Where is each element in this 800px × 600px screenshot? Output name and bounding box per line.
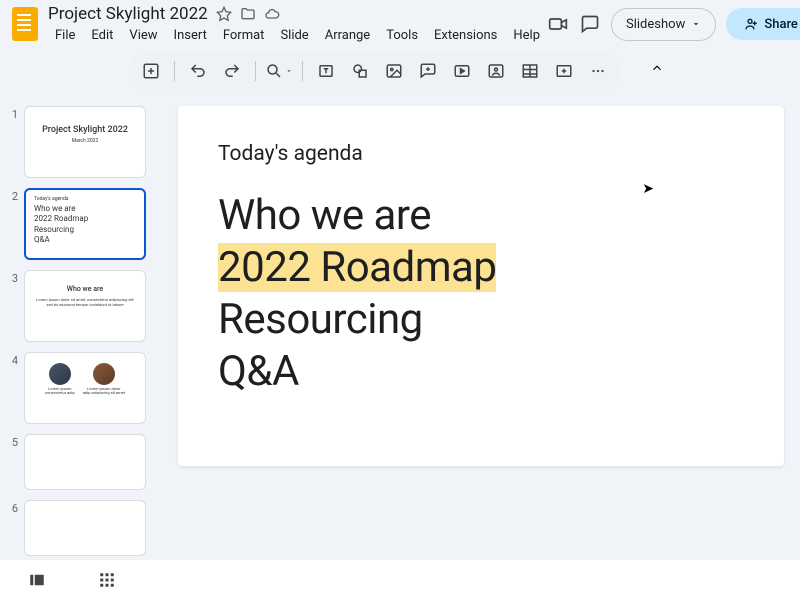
menu-file[interactable]: File xyxy=(48,26,82,45)
thumbnail-4[interactable]: Lorem ipsumconsectetur adip Lorem ipsum … xyxy=(24,352,146,424)
slideshow-label: Slideshow xyxy=(626,17,685,32)
background-icon[interactable] xyxy=(481,56,511,86)
slide-label[interactable]: Today's agenda xyxy=(218,142,744,166)
zoom-icon[interactable] xyxy=(264,56,294,86)
thumb-row: 5 xyxy=(8,434,162,490)
thumb-row: 2 Today's agenda Who we are 2022 Roadmap… xyxy=(8,188,162,260)
thumb-row: 3 Who we are Lorem ipsum dolor sit amet,… xyxy=(8,270,162,342)
body: 1 Project Skylight 2022 March 2022 2 Tod… xyxy=(0,98,800,598)
new-slide-icon[interactable] xyxy=(136,56,166,86)
comment-icon[interactable] xyxy=(579,13,601,35)
cursor-icon: ➤ xyxy=(642,181,654,197)
header: Project Skylight 2022 File Edit View Ins… xyxy=(0,0,800,48)
thumbnail-5[interactable] xyxy=(24,434,146,490)
thumb-body: Lorem ipsum dolor sit amet, consectetur … xyxy=(33,297,137,307)
thumbnail-1[interactable]: Project Skylight 2022 March 2022 xyxy=(24,106,146,178)
agenda-line[interactable]: Who we are xyxy=(218,190,744,242)
thumb-number: 2 xyxy=(8,188,18,260)
thumb-number: 1 xyxy=(8,106,18,178)
header-right: Slideshow Share xyxy=(547,8,800,41)
cloud-icon[interactable] xyxy=(264,6,280,22)
menu-insert[interactable]: Insert xyxy=(167,26,214,45)
comment-add-icon[interactable] xyxy=(413,56,443,86)
thumbnail-2[interactable]: Today's agenda Who we are 2022 Roadmap R… xyxy=(24,188,146,260)
thumb-row: 4 Lorem ipsumconsectetur adip Lorem ipsu… xyxy=(8,352,162,424)
share-label: Share xyxy=(764,17,798,32)
star-icon[interactable] xyxy=(216,6,232,22)
menu-extensions[interactable]: Extensions xyxy=(427,26,504,45)
canvas-area: Today's agenda Who we are 2022 Roadmap R… xyxy=(170,98,800,598)
thumb-title: Project Skylight 2022 xyxy=(33,125,137,135)
transition-icon[interactable] xyxy=(549,56,579,86)
thumb-row: 1 Project Skylight 2022 March 2022 xyxy=(8,106,162,178)
toolbar xyxy=(128,52,621,90)
highlighted-text: 2022 Roadmap xyxy=(218,243,496,292)
thumbnail-6[interactable] xyxy=(24,500,146,556)
chevron-down-icon xyxy=(691,19,701,29)
title-area: Project Skylight 2022 File Edit View Ins… xyxy=(48,4,547,45)
menu-format[interactable]: Format xyxy=(216,26,272,45)
thumbnail-panel: 1 Project Skylight 2022 March 2022 2 Tod… xyxy=(0,98,170,598)
doc-title[interactable]: Project Skylight 2022 xyxy=(48,4,208,24)
separator xyxy=(302,61,303,81)
thumb-line: Resourcing xyxy=(34,225,136,235)
thumbnail-3[interactable]: Who we are Lorem ipsum dolor sit amet, c… xyxy=(24,270,146,342)
person-caption: Lorem ipsumconsectetur adip xyxy=(45,387,75,396)
meet-icon[interactable] xyxy=(547,13,569,35)
undo-icon[interactable] xyxy=(183,56,213,86)
thumb-number: 3 xyxy=(8,270,18,342)
menu-slide[interactable]: Slide xyxy=(273,26,315,45)
menubar: File Edit View Insert Format Slide Arran… xyxy=(48,26,547,45)
shape-icon[interactable] xyxy=(345,56,375,86)
table-icon[interactable] xyxy=(515,56,545,86)
menu-edit[interactable]: Edit xyxy=(84,26,120,45)
person-avatar xyxy=(49,363,71,385)
slide-canvas[interactable]: Today's agenda Who we are 2022 Roadmap R… xyxy=(178,106,784,466)
thumb-number: 4 xyxy=(8,352,18,424)
thumb-sub: March 2022 xyxy=(33,138,137,144)
image-icon[interactable] xyxy=(379,56,409,86)
slides-logo[interactable] xyxy=(12,7,38,41)
filmstrip-view-icon[interactable] xyxy=(28,571,46,589)
grid-view-icon[interactable] xyxy=(98,571,116,589)
agenda-line[interactable]: Resourcing xyxy=(218,294,744,346)
thumb-line: Q&A xyxy=(34,235,136,245)
toolbar-container xyxy=(0,48,800,98)
agenda-line[interactable]: Q&A xyxy=(218,346,744,398)
footer xyxy=(0,560,800,600)
thumb-title: Who we are xyxy=(33,285,137,293)
person-add-icon xyxy=(742,16,758,32)
move-folder-icon[interactable] xyxy=(240,6,256,22)
textbox-icon[interactable] xyxy=(311,56,341,86)
collapse-toolbar-icon[interactable] xyxy=(641,52,673,84)
menu-help[interactable]: Help xyxy=(506,26,547,45)
menu-view[interactable]: View xyxy=(122,26,164,45)
thumb-label: Today's agenda xyxy=(34,196,136,202)
separator xyxy=(255,61,256,81)
agenda-line[interactable]: 2022 Roadmap xyxy=(218,242,744,294)
thumb-line: 2022 Roadmap xyxy=(34,214,136,224)
agenda-list[interactable]: Who we are 2022 Roadmap Resourcing Q&A xyxy=(218,190,744,398)
person-avatar xyxy=(93,363,115,385)
separator xyxy=(174,61,175,81)
more-icon[interactable] xyxy=(583,56,613,86)
person-caption: Lorem ipsum doloradip adipiscing sit ame… xyxy=(83,387,125,396)
thumb-number: 6 xyxy=(8,500,18,556)
thumb-row: 6 xyxy=(8,500,162,556)
thumb-line: Who we are xyxy=(34,204,136,214)
menu-arrange[interactable]: Arrange xyxy=(318,26,377,45)
slideshow-button[interactable]: Slideshow xyxy=(611,8,716,41)
share-button[interactable]: Share xyxy=(726,8,800,40)
thumb-number: 5 xyxy=(8,434,18,490)
menu-tools[interactable]: Tools xyxy=(379,26,425,45)
redo-icon[interactable] xyxy=(217,56,247,86)
video-icon[interactable] xyxy=(447,56,477,86)
